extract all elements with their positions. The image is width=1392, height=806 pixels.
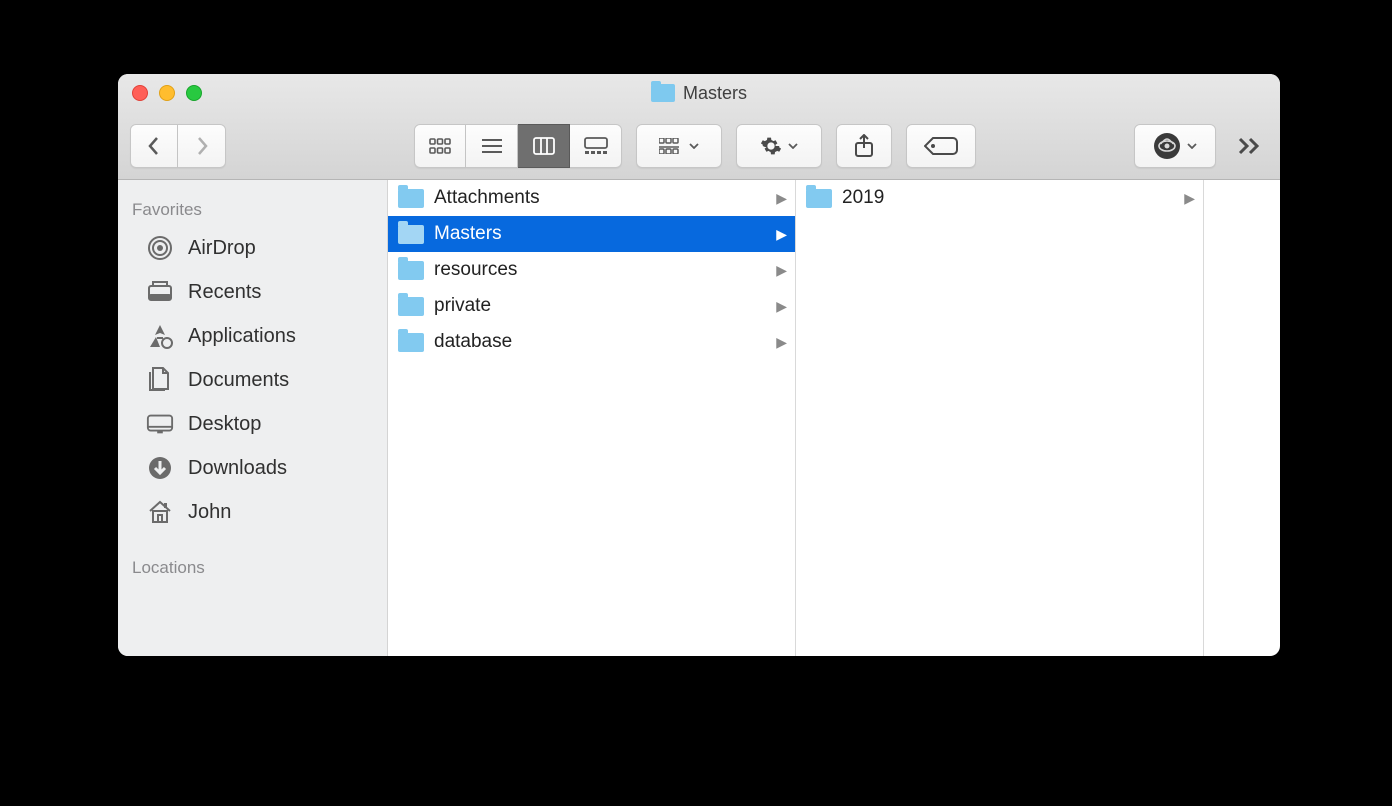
toolbar-overflow-button[interactable]	[1230, 124, 1268, 168]
sidebar-item-label: Downloads	[188, 457, 287, 480]
sidebar-item-airdrop[interactable]: AirDrop	[118, 226, 387, 270]
arrange-icon	[659, 138, 683, 154]
traffic-lights	[132, 85, 202, 101]
chevron-down-icon	[788, 143, 798, 149]
sidebar-item-label: Documents	[188, 369, 289, 392]
folder-row-masters[interactable]: Masters ▶	[388, 216, 795, 252]
view-gallery-button[interactable]	[570, 124, 622, 168]
tag-icon	[924, 136, 958, 156]
view-mode-buttons	[414, 124, 622, 168]
chevron-left-icon	[147, 136, 161, 156]
sidebar-item-recents[interactable]: Recents	[118, 270, 387, 314]
recents-icon	[146, 278, 174, 306]
folder-row-private[interactable]: private ▶	[388, 288, 795, 324]
chevron-down-icon	[689, 143, 699, 149]
sidebar: Favorites AirDrop Recents Applications	[118, 180, 388, 656]
sidebar-item-applications[interactable]: Applications	[118, 314, 387, 358]
folder-row-attachments[interactable]: Attachments ▶	[388, 180, 795, 216]
view-list-button[interactable]	[466, 124, 518, 168]
sidebar-item-label: Applications	[188, 325, 296, 348]
columns-icon	[533, 137, 555, 155]
sidebar-heading-favorites: Favorites	[118, 194, 387, 226]
window-body: Favorites AirDrop Recents Applications	[118, 180, 1280, 656]
window-title: Masters	[118, 83, 1280, 104]
finder-window: Masters	[118, 74, 1280, 656]
folder-row-2019[interactable]: 2019 ▶	[796, 180, 1203, 216]
sidebar-item-label: Desktop	[188, 413, 261, 436]
quick-look-button[interactable]	[1134, 124, 1216, 168]
chevron-right-icon: ▶	[776, 334, 787, 351]
grid-icon	[429, 138, 451, 154]
share-button[interactable]	[836, 124, 892, 168]
chevron-right-icon: ▶	[1184, 190, 1195, 207]
close-window-button[interactable]	[132, 85, 148, 101]
column-2: 2019 ▶	[796, 180, 1204, 656]
folder-label: private	[434, 295, 766, 317]
sidebar-item-label: John	[188, 501, 231, 524]
tags-button[interactable]	[906, 124, 976, 168]
chevron-right-icon	[195, 136, 209, 156]
folder-icon	[398, 297, 424, 316]
folder-label: database	[434, 331, 766, 353]
downloads-icon	[146, 454, 174, 482]
gallery-icon	[584, 137, 608, 155]
forward-button[interactable]	[178, 124, 226, 168]
action-button[interactable]	[736, 124, 822, 168]
folder-icon	[651, 84, 675, 102]
share-icon	[854, 134, 874, 158]
sidebar-item-label: Recents	[188, 281, 261, 304]
chevron-right-icon: ▶	[776, 298, 787, 315]
fullscreen-window-button[interactable]	[186, 85, 202, 101]
folder-row-resources[interactable]: resources ▶	[388, 252, 795, 288]
view-icon-button[interactable]	[414, 124, 466, 168]
folder-icon	[398, 261, 424, 280]
desktop-icon	[146, 410, 174, 438]
documents-icon	[146, 366, 174, 394]
folder-icon	[806, 189, 832, 208]
column-1: Attachments ▶ Masters ▶ resources ▶ priv…	[388, 180, 796, 656]
airdrop-icon	[146, 234, 174, 262]
title-row: Masters	[118, 74, 1280, 112]
folder-label: Attachments	[434, 187, 766, 209]
sidebar-item-documents[interactable]: Documents	[118, 358, 387, 402]
folder-icon	[398, 189, 424, 208]
sidebar-item-desktop[interactable]: Desktop	[118, 402, 387, 446]
titlebar: Masters	[118, 74, 1280, 180]
column-view: Attachments ▶ Masters ▶ resources ▶ priv…	[388, 180, 1280, 656]
chevron-right-icon: ▶	[776, 226, 787, 243]
chevron-double-right-icon	[1238, 137, 1260, 155]
minimize-window-button[interactable]	[159, 85, 175, 101]
chevron-down-icon	[1187, 143, 1197, 149]
gear-icon	[760, 135, 782, 157]
chevron-right-icon: ▶	[776, 190, 787, 207]
view-column-button[interactable]	[518, 124, 570, 168]
window-title-text: Masters	[683, 83, 747, 104]
folder-icon	[398, 225, 424, 244]
list-icon	[481, 138, 503, 154]
home-icon	[146, 498, 174, 526]
folder-label: resources	[434, 259, 766, 281]
toolbar	[118, 112, 1280, 180]
folder-label: Masters	[434, 223, 766, 245]
eye-icon	[1153, 132, 1181, 160]
arrange-button[interactable]	[636, 124, 722, 168]
nav-buttons	[130, 124, 226, 168]
sidebar-item-downloads[interactable]: Downloads	[118, 446, 387, 490]
folder-icon	[398, 333, 424, 352]
folder-row-database[interactable]: database ▶	[388, 324, 795, 360]
column-3	[1204, 180, 1280, 656]
chevron-right-icon: ▶	[776, 262, 787, 279]
back-button[interactable]	[130, 124, 178, 168]
folder-label: 2019	[842, 187, 1174, 209]
sidebar-heading-locations: Locations	[118, 552, 387, 584]
applications-icon	[146, 322, 174, 350]
sidebar-item-home[interactable]: John	[118, 490, 387, 534]
sidebar-item-label: AirDrop	[188, 237, 256, 260]
